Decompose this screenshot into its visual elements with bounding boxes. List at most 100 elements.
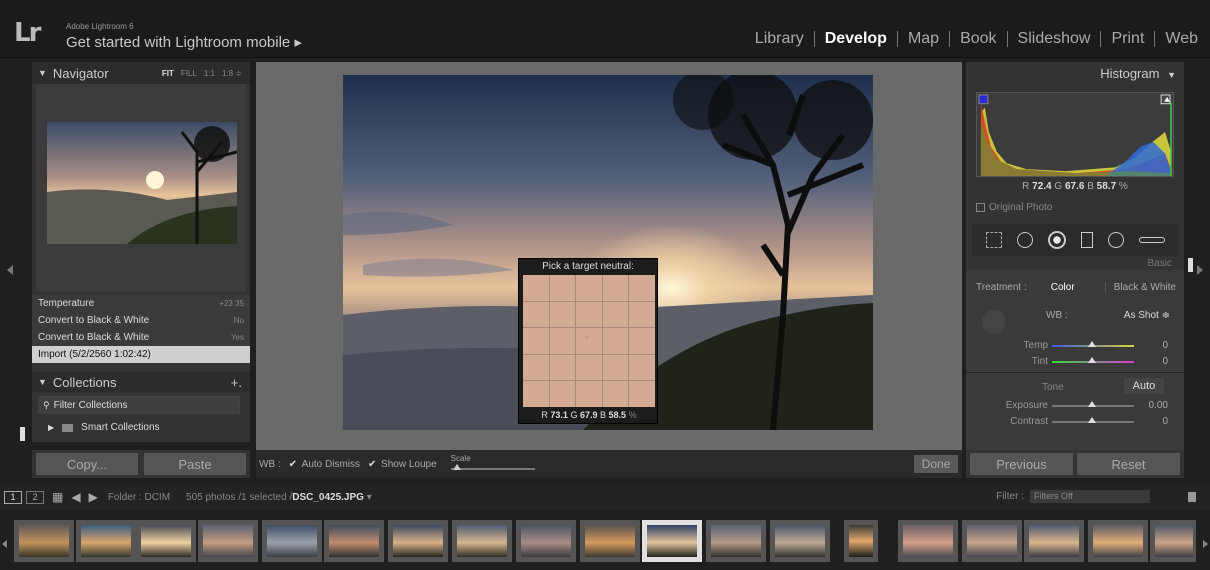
- film-thumbnail[interactable]: [14, 520, 74, 562]
- film-thumbnail[interactable]: [1088, 520, 1148, 562]
- tint-slider[interactable]: Tint 0: [966, 356, 1184, 370]
- module-develop[interactable]: Develop: [815, 31, 898, 47]
- film-thumbnail[interactable]: [898, 520, 958, 562]
- contrast-slider[interactable]: Contrast 0: [966, 416, 1184, 430]
- photo-count-text: 505 photos /1 selected /: [186, 491, 293, 503]
- copy-button[interactable]: Copy...: [36, 453, 138, 475]
- film-thumbnail[interactable]: [962, 520, 1022, 562]
- film-thumbnail[interactable]: [706, 520, 766, 562]
- module-book[interactable]: Book: [950, 31, 1008, 47]
- smart-collections-item[interactable]: ▶ Smart Collections: [48, 422, 160, 433]
- film-thumbnail-selected[interactable]: [642, 520, 702, 562]
- zoom-custom[interactable]: 1:8 ≑: [222, 69, 242, 78]
- exposure-label: Exposure: [1005, 400, 1048, 411]
- graduated-filter-icon[interactable]: [1080, 232, 1093, 248]
- contrast-knob[interactable]: [1088, 417, 1096, 423]
- exposure-value[interactable]: 0.00: [1149, 400, 1168, 411]
- source-folder[interactable]: Folder : DCIM: [108, 492, 170, 503]
- wb-preset-select[interactable]: As Shot ≑: [1124, 310, 1170, 321]
- spot-removal-icon[interactable]: [1016, 232, 1033, 248]
- film-thumbnail[interactable]: [516, 520, 576, 562]
- lock-icon[interactable]: [1188, 492, 1196, 502]
- module-map[interactable]: Map: [898, 31, 951, 47]
- histogram-chart[interactable]: [976, 92, 1174, 177]
- navigator-header[interactable]: ▼ Navigator FIT FILL 1:1 1:8 ≑: [32, 62, 250, 84]
- basic-panel-label[interactable]: Basic: [1148, 258, 1172, 269]
- auto-dismiss-checkbox[interactable]: ✔ Auto Dismiss: [289, 459, 360, 470]
- module-print[interactable]: Print: [1101, 31, 1156, 47]
- treatment-color[interactable]: Color: [1051, 282, 1075, 293]
- filmstrip-left-arrow-icon[interactable]: [2, 540, 7, 548]
- film-thumbnail[interactable]: [136, 520, 196, 562]
- show-loupe-checkbox[interactable]: ✔ Show Loupe: [368, 459, 437, 470]
- temp-knob[interactable]: [1088, 341, 1096, 347]
- film-thumbnail[interactable]: [1150, 520, 1196, 562]
- collections-header[interactable]: ▼ Collections +.: [32, 372, 250, 392]
- film-thumbnail[interactable]: [324, 520, 384, 562]
- scale-slider[interactable]: Scale: [450, 454, 541, 474]
- scale-knob[interactable]: [452, 464, 461, 470]
- radial-filter-icon[interactable]: [1107, 232, 1124, 248]
- history-item[interactable]: Convert to Black & White Yes: [32, 329, 250, 346]
- film-thumbnail[interactable]: [198, 520, 258, 562]
- zoom-1-1[interactable]: 1:1: [204, 69, 215, 78]
- wb-selector-icon[interactable]: [982, 310, 1006, 334]
- filter-control: Filter : Filters Off: [996, 490, 1150, 503]
- zoom-fill[interactable]: FILL: [181, 69, 197, 78]
- navigator-preview[interactable]: [36, 84, 246, 292]
- add-collection-icon[interactable]: +.: [231, 375, 242, 390]
- mobile-promo-link[interactable]: Get started with Lightroom mobile ▸: [66, 33, 302, 51]
- history-item-value: No: [233, 316, 244, 325]
- treatment-bw[interactable]: Black & White: [1104, 282, 1176, 293]
- crop-icon[interactable]: [985, 232, 1002, 248]
- history-item[interactable]: Convert to Black & White No: [32, 312, 250, 329]
- histogram-header[interactable]: Histogram ▼: [1100, 66, 1176, 81]
- film-thumbnail[interactable]: [76, 520, 136, 562]
- collapse-left-panel-icon[interactable]: [7, 265, 13, 275]
- crosshair-icon: +: [584, 333, 591, 345]
- second-window-button[interactable]: 2: [26, 490, 44, 504]
- exposure-knob[interactable]: [1088, 401, 1096, 407]
- module-slideshow[interactable]: Slideshow: [1008, 31, 1102, 47]
- treatment-label: Treatment :: [976, 282, 1027, 293]
- film-thumbnail[interactable]: [262, 520, 322, 562]
- original-photo-checkbox[interactable]: Original Photo: [976, 202, 1052, 213]
- main-window-button[interactable]: 1: [4, 490, 22, 504]
- previous-button[interactable]: Previous: [970, 453, 1073, 475]
- temp-value[interactable]: 0: [1162, 340, 1168, 351]
- left-panel-scrollbar[interactable]: [20, 427, 25, 441]
- done-button[interactable]: Done: [914, 455, 958, 473]
- history-item[interactable]: Temperature +23 35: [32, 295, 250, 312]
- reset-button[interactable]: Reset: [1077, 453, 1180, 475]
- right-panel-scrollbar[interactable]: [1188, 258, 1193, 272]
- tint-value[interactable]: 0: [1162, 356, 1168, 367]
- film-thumbnail[interactable]: [580, 520, 640, 562]
- filter-collections-field[interactable]: ⚲ Filter Collections: [38, 396, 240, 414]
- auto-tone-button[interactable]: Auto: [1124, 378, 1164, 394]
- film-thumbnail[interactable]: [770, 520, 830, 562]
- target-neutral-picker[interactable]: Pick a target neutral: + R 73.1 G 67.9 B…: [518, 258, 658, 424]
- exposure-slider[interactable]: Exposure 0.00: [966, 400, 1184, 414]
- filter-select[interactable]: Filters Off: [1030, 490, 1150, 503]
- contrast-value[interactable]: 0: [1162, 416, 1168, 427]
- film-thumbnail[interactable]: [388, 520, 448, 562]
- paste-button[interactable]: Paste: [144, 453, 246, 475]
- grid-view-icon[interactable]: ▦: [52, 490, 63, 504]
- back-arrow-icon[interactable]: ◀: [71, 490, 80, 504]
- tint-knob[interactable]: [1088, 357, 1096, 363]
- red-eye-icon[interactable]: [1047, 231, 1066, 249]
- forward-arrow-icon[interactable]: ▶: [89, 490, 98, 504]
- collapse-right-panel-icon[interactable]: [1197, 265, 1203, 275]
- zoom-fit[interactable]: FIT: [162, 69, 174, 78]
- history-item-selected[interactable]: Import (5/2/2560 1:02:42): [32, 346, 250, 363]
- temp-slider[interactable]: Temp 0: [966, 340, 1184, 354]
- navigator-title: Navigator: [52, 65, 109, 81]
- film-thumbnail[interactable]: [452, 520, 512, 562]
- photo-count[interactable]: 505 photos /1 selected /DSC_0425.JPG ▾: [186, 492, 372, 503]
- film-thumbnail[interactable]: [1024, 520, 1084, 562]
- module-library[interactable]: Library: [745, 31, 815, 47]
- adjustment-brush-icon[interactable]: [1138, 237, 1165, 243]
- film-thumbnail[interactable]: [844, 520, 878, 562]
- module-web[interactable]: Web: [1155, 31, 1198, 47]
- filmstrip-right-arrow-icon[interactable]: [1203, 540, 1208, 548]
